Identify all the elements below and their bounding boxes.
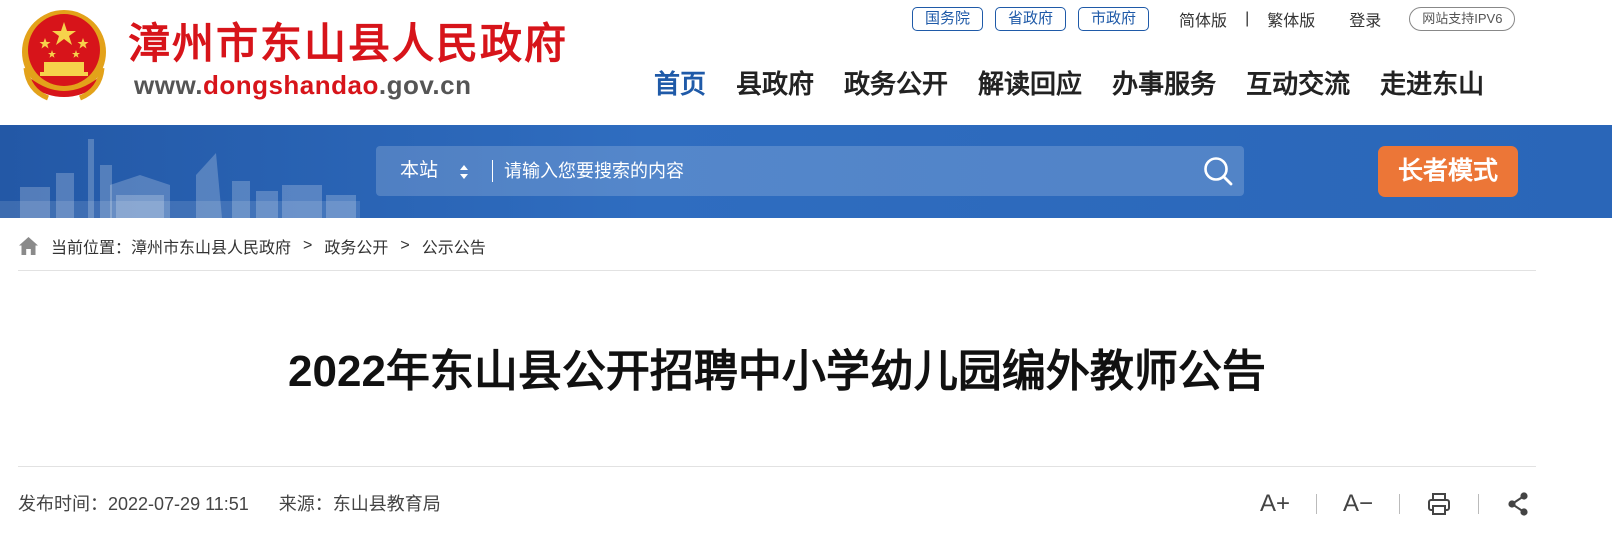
link-city-gov[interactable]: 市政府 [1078, 7, 1150, 31]
breadcrumb-label: 当前位置： [51, 240, 132, 257]
url-highlight: dongshandao [202, 70, 379, 100]
elder-mode-button[interactable]: 长者模式 [1378, 146, 1518, 197]
search-scope-select[interactable]: 本站 [400, 146, 438, 196]
main-nav: 首页 县政府 政务公开 解读回应 办事服务 互动交流 走进东山 [654, 66, 1514, 102]
divider [18, 270, 1536, 271]
font-decrease-button[interactable]: A− [1343, 490, 1373, 518]
search-icon[interactable] [1202, 155, 1234, 187]
publish-time: 2022-07-29 11:51 [108, 494, 249, 514]
nav-services[interactable]: 办事服务 [1112, 66, 1216, 102]
nav-home[interactable]: 首页 [654, 66, 706, 102]
breadcrumb-item-gov-affairs[interactable]: 政务公开 [324, 234, 388, 258]
updown-arrows-icon[interactable] [458, 163, 470, 181]
traditional-link[interactable]: 繁体版 [1267, 7, 1315, 31]
lang-separator: | [1245, 10, 1250, 27]
divider [18, 466, 1536, 467]
nav-gov-affairs-open[interactable]: 政务公开 [844, 66, 948, 102]
ipv6-badge: 网站支持IPV6 [1409, 7, 1516, 31]
source-value: 东山县教育局 [332, 494, 441, 514]
link-provincial-gov[interactable]: 省政府 [995, 7, 1067, 31]
site-title[interactable]: 漳州市东山县人民政府 [128, 10, 568, 71]
skyline-illustration [0, 139, 360, 218]
article-meta: 发布时间：2022-07-29 11:51 来源：东山县教育局 [18, 489, 441, 519]
tool-separator [1316, 494, 1318, 514]
search-bar: 本站 [376, 146, 1244, 196]
share-icon[interactable] [1505, 491, 1531, 517]
breadcrumb-item-announcements[interactable]: 公示公告 [422, 234, 486, 258]
nav-interaction[interactable]: 互动交流 [1246, 66, 1350, 102]
tool-separator [1399, 494, 1401, 514]
site-header: 漳州市东山县人民政府 www.dongshandao.gov.cn 国务院 省政… [0, 0, 1612, 125]
search-divider [492, 160, 493, 182]
simplified-link[interactable]: 简体版 [1179, 7, 1227, 31]
login-link[interactable]: 登录 [1349, 7, 1381, 31]
search-banner: 本站 长者模式 [0, 125, 1612, 218]
breadcrumb-item-county-gov[interactable]: 漳州市东山县人民政府 [131, 234, 291, 258]
print-icon[interactable] [1426, 491, 1452, 517]
site-url: www.dongshandao.gov.cn [134, 70, 471, 101]
breadcrumb: 当前位置： 漳州市东山县人民政府 > 政务公开 > 公示公告 [18, 231, 486, 261]
nav-county-gov[interactable]: 县政府 [736, 66, 814, 102]
article-tools: A+ A− [1260, 488, 1531, 520]
article-title: 2022年东山县公开招聘中小学幼儿园编外教师公告 [288, 347, 1266, 396]
nav-about-dongshan[interactable]: 走进东山 [1380, 66, 1484, 102]
publish-time-label: 发布时间： [18, 494, 108, 514]
search-input[interactable] [504, 156, 1184, 186]
tool-separator [1478, 494, 1480, 514]
national-emblem-icon[interactable] [18, 8, 110, 104]
home-icon[interactable] [18, 236, 39, 256]
breadcrumb-separator: > [303, 237, 313, 254]
font-increase-button[interactable]: A+ [1260, 490, 1290, 518]
url-prefix: www. [134, 70, 203, 100]
breadcrumb-separator: > [400, 237, 410, 254]
top-links: 国务院 省政府 市政府 简体版 | 繁体版 登录 网站支持IPV6 [912, 6, 1516, 32]
link-state-council[interactable]: 国务院 [912, 7, 984, 31]
nav-interpretation[interactable]: 解读回应 [978, 66, 1082, 102]
source-label: 来源： [278, 494, 333, 514]
url-suffix: .gov.cn [378, 70, 472, 100]
